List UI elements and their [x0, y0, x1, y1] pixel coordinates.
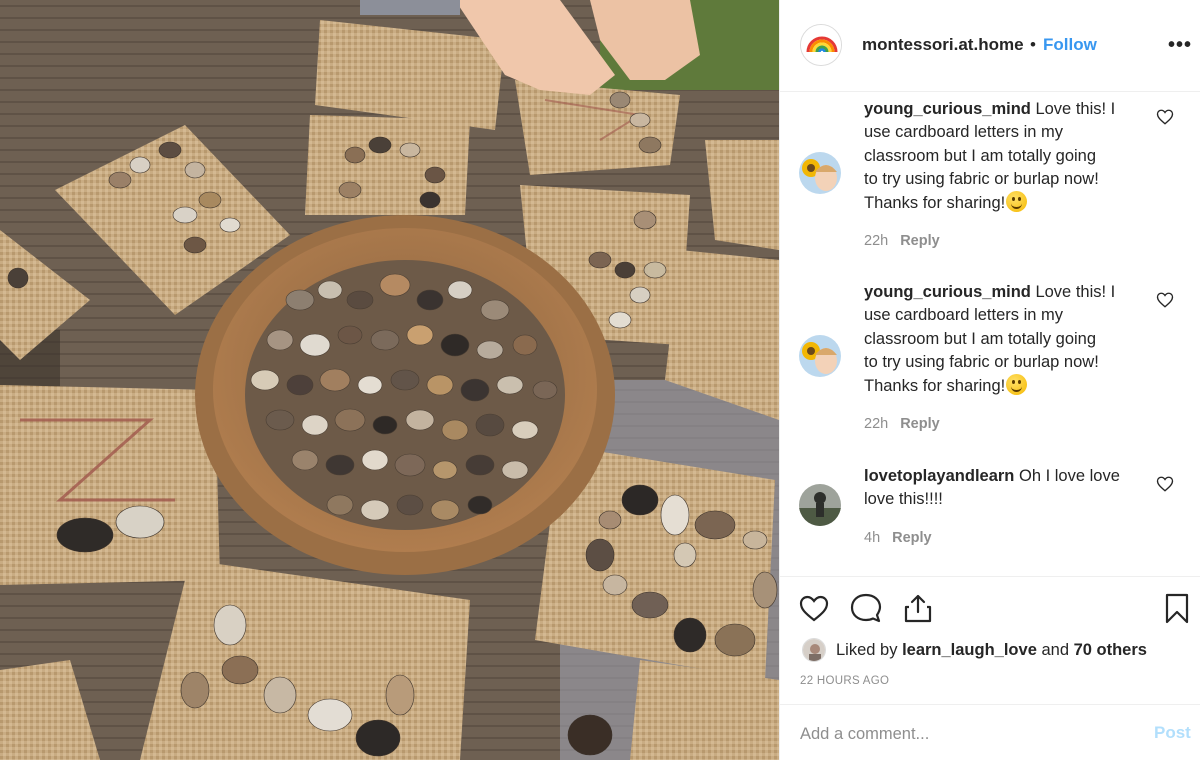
more-options-button[interactable]: ••• [1168, 34, 1192, 57]
comment-text-line: use cardboard letters in my [864, 306, 1064, 325]
comment-meta: 22h Reply [864, 233, 940, 249]
likes-others-link[interactable]: 70 others [1074, 641, 1147, 660]
comment-username[interactable]: young_curious_mind [864, 283, 1031, 301]
comment-like-heart-icon[interactable] [1156, 291, 1174, 309]
comment-text-line: Love this! I [1035, 283, 1116, 301]
burlap-square [705, 140, 779, 250]
liker-avatar-image-icon [803, 639, 825, 661]
sunflower-child-avatar-icon [799, 335, 841, 377]
comment-text: lovetoplayandlearn Oh I love love love t… [864, 465, 1144, 512]
heart-icon[interactable] [797, 591, 831, 625]
post-photo-illustration [0, 0, 779, 760]
comment-input[interactable] [800, 721, 1120, 747]
comment-icon[interactable] [849, 591, 883, 625]
comment-username[interactable]: lovetoplayandlearn [864, 467, 1014, 485]
add-comment-bar: Post [780, 704, 1200, 760]
comment-like-heart-icon[interactable] [1156, 475, 1174, 493]
comment-text: young_curious_mind Love this! I use card… [864, 281, 1144, 398]
likes-and: and [1041, 640, 1069, 659]
liker-username[interactable]: learn_laugh_love [902, 641, 1037, 660]
post-photo[interactable] [0, 0, 779, 760]
comment-text: young_curious_mind Love this! I use card… [864, 98, 1144, 215]
commenter-avatar[interactable] [799, 484, 841, 526]
reply-button[interactable]: Reply [892, 530, 932, 546]
likes-summary: Liked by learn_laugh_love and 70 others [802, 637, 1147, 663]
liker-avatar[interactable] [802, 638, 826, 662]
comment-username[interactable]: young_curious_mind [864, 100, 1031, 118]
comment-text-line: use cardboard letters in my [864, 123, 1064, 142]
burlap-square [305, 115, 470, 215]
comment-text-line: love this!!!! [864, 490, 943, 509]
reply-button[interactable]: Reply [900, 233, 940, 249]
profile-avatar[interactable] [800, 24, 842, 66]
comment-text-line: to try using fabric or burlap now! [864, 352, 1099, 371]
burlap-square [0, 385, 220, 585]
commenter-avatar[interactable] [799, 335, 841, 377]
comment-text-line: classroom but I am totally going [864, 146, 1097, 165]
rainbow-icon [801, 25, 841, 65]
follow-button[interactable]: Follow [1043, 35, 1097, 55]
post-comment-button[interactable]: Post [1154, 723, 1191, 743]
post-sidebar: montessori.at.home • Follow ••• young_cu… [779, 0, 1200, 760]
comment-time: 22h [864, 233, 889, 249]
comment-like-heart-icon[interactable] [1156, 108, 1174, 126]
header-username[interactable]: montessori.at.home [862, 35, 1024, 55]
commenter-avatar[interactable] [799, 152, 841, 194]
comments-list[interactable]: young_curious_mind Love this! I use card… [780, 92, 1200, 576]
comment-text-line: Thanks for sharing! [864, 377, 1006, 396]
comment-text-line: to try using fabric or burlap now! [864, 169, 1099, 188]
post-actions: Liked by learn_laugh_love and 70 others … [780, 576, 1200, 704]
share-icon[interactable] [901, 591, 935, 625]
comment-meta: 22h Reply [864, 416, 940, 432]
post-timestamp[interactable]: 22 HOURS AGO [800, 675, 889, 687]
reply-button[interactable]: Reply [900, 416, 940, 432]
post-header: montessori.at.home • Follow ••• [780, 0, 1200, 92]
header-separator: • [1030, 35, 1036, 54]
smiley-emoji-icon [1006, 191, 1028, 213]
comment-time: 22h [864, 416, 889, 432]
burlap-square [515, 80, 680, 175]
likes-prefix: Liked by [836, 640, 898, 659]
comment-meta: 4h Reply [864, 530, 932, 546]
comment-text-line: classroom but I am totally going [864, 329, 1097, 348]
comment-time: 4h [864, 530, 881, 546]
sunflower-child-avatar-icon [799, 152, 841, 194]
smiley-emoji-icon [1006, 374, 1028, 396]
comment-text-line: Love this! I [1035, 100, 1116, 118]
comment-text-line: Thanks for sharing! [864, 194, 1006, 213]
comment-text-line: Oh I love love [1018, 467, 1120, 485]
person-landscape-avatar-icon [799, 484, 841, 526]
bookmark-icon[interactable] [1160, 591, 1194, 625]
